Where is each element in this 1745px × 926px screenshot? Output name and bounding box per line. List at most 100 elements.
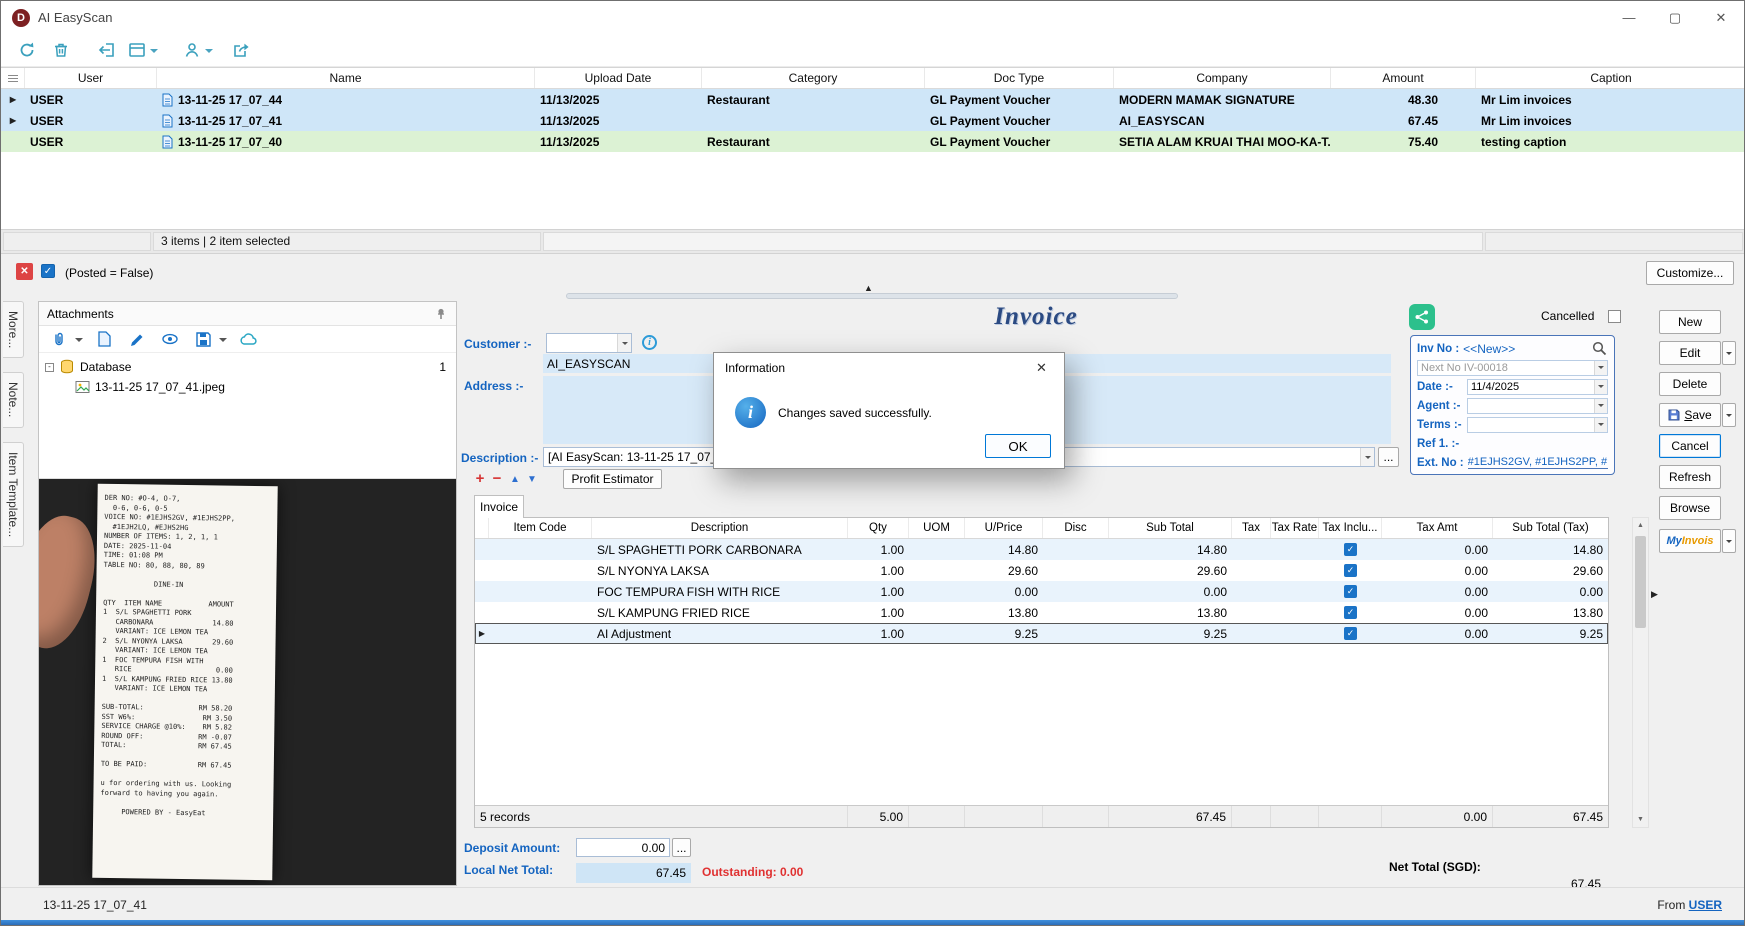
invoice-item-row[interactable]: ▶ S/L KAMPUNG FRIED RICE 1.00 13.80 13.8… xyxy=(475,602,1608,623)
tab-more[interactable]: More... xyxy=(3,301,24,358)
next-no-combo[interactable]: Next No IV-00018 xyxy=(1417,360,1608,376)
table-row[interactable]: ▶ USER 13-11-25 17_07_44 11/13/2025 Rest… xyxy=(1,89,1745,110)
column-header-company[interactable]: Company xyxy=(1114,68,1331,88)
items-grid-scrollbar[interactable]: ▲ ▼ xyxy=(1632,517,1649,828)
column-header-name[interactable]: Name xyxy=(157,68,535,88)
column-header-amount[interactable]: Amount xyxy=(1331,68,1476,88)
check-in-icon[interactable] xyxy=(95,38,119,62)
card-view-dropdown-icon[interactable] xyxy=(150,49,158,57)
dialog-close-icon[interactable]: ✕ xyxy=(1019,353,1064,383)
invoice-item-row[interactable]: ▶ FOC TEMPURA FISH WITH RICE 1.00 0.00 0… xyxy=(475,581,1608,602)
customer-combo[interactable] xyxy=(546,333,632,353)
myinvois-dropdown-icon[interactable] xyxy=(1722,529,1736,553)
column-header-category[interactable]: Category xyxy=(702,68,925,88)
tax-inclusive-checkbox[interactable] xyxy=(1344,564,1357,577)
refresh-icon[interactable] xyxy=(15,38,39,62)
description-more-button[interactable]: ... xyxy=(1378,447,1399,467)
table-row[interactable]: ▶ USER 13-11-25 17_07_40 11/13/2025 Rest… xyxy=(1,131,1745,152)
ext-no-value[interactable]: #1EJHS2GV, #1EJHS2PP, # xyxy=(1468,456,1608,469)
panel-collapse-icon[interactable]: ▶ xyxy=(1651,589,1658,600)
cloud-icon[interactable] xyxy=(236,327,260,351)
column-header-tax-rate[interactable]: Tax Rate xyxy=(1271,518,1319,538)
customer-info-icon[interactable]: i xyxy=(642,335,657,350)
maximize-icon[interactable]: ▢ xyxy=(1652,1,1698,34)
column-header-user[interactable]: User xyxy=(25,68,157,88)
horizontal-scrollbar[interactable] xyxy=(543,232,1483,251)
tree-node-file[interactable]: 13-11-25 17_07_41.jpeg xyxy=(45,377,450,397)
pin-icon[interactable] xyxy=(434,307,448,321)
column-header-uprice[interactable]: U/Price xyxy=(965,518,1043,538)
tax-inclusive-checkbox[interactable] xyxy=(1344,627,1357,640)
clear-filter-button[interactable]: ✕ xyxy=(16,263,33,280)
cancel-button[interactable]: Cancel xyxy=(1659,434,1721,458)
move-down-icon[interactable]: ▼ xyxy=(524,471,540,487)
tree-node-database[interactable]: Database 1 xyxy=(45,357,450,377)
edit-dropdown-icon[interactable] xyxy=(1722,341,1736,365)
user-dropdown-icon[interactable] xyxy=(205,49,213,57)
invoice-item-row[interactable]: ▶ AI Adjustment 1.00 9.25 9.25 0.00 9.25 xyxy=(475,623,1608,644)
close-icon[interactable]: ✕ xyxy=(1698,1,1744,34)
invoice-item-row[interactable]: ▶ S/L NYONYA LAKSA 1.00 29.60 29.60 0.00… xyxy=(475,560,1608,581)
scroll-up-icon[interactable]: ▲ xyxy=(1633,518,1648,533)
column-header-caption[interactable]: Caption xyxy=(1476,68,1745,88)
profit-estimator-button[interactable]: Profit Estimator xyxy=(563,469,662,489)
deposit-more-button[interactable]: ... xyxy=(672,838,691,857)
splitter-collapse-icon[interactable]: ▲ xyxy=(864,284,873,293)
share-icon[interactable] xyxy=(229,38,253,62)
column-header-tax-inclusive[interactable]: Tax Inclu... xyxy=(1319,518,1382,538)
browse-button[interactable]: Browse xyxy=(1659,496,1721,520)
column-header-tax-amt[interactable]: Tax Amt xyxy=(1382,518,1493,538)
chevron-down-icon[interactable] xyxy=(617,334,631,352)
move-up-icon[interactable]: ▲ xyxy=(507,471,523,487)
edit-button[interactable]: Edit xyxy=(1659,341,1721,365)
chevron-down-icon[interactable] xyxy=(1594,418,1607,432)
column-header-disc[interactable]: Disc xyxy=(1043,518,1109,538)
new-document-icon[interactable] xyxy=(92,327,116,351)
agent-combo[interactable] xyxy=(1467,398,1608,414)
user-icon[interactable] xyxy=(180,38,204,62)
chevron-down-icon[interactable] xyxy=(1594,380,1607,394)
card-view-icon[interactable] xyxy=(125,38,149,62)
column-header-item-code[interactable]: Item Code xyxy=(489,518,592,538)
save-dropdown-icon[interactable] xyxy=(1722,403,1736,427)
column-header-description[interactable]: Description xyxy=(592,518,848,538)
splitter-handle[interactable] xyxy=(566,293,1178,299)
column-header-uom[interactable]: UOM xyxy=(909,518,965,538)
column-header-subtotal[interactable]: Sub Total xyxy=(1109,518,1232,538)
chevron-down-icon[interactable] xyxy=(1594,399,1607,413)
remove-row-icon[interactable]: − xyxy=(489,470,505,486)
new-button[interactable]: New xyxy=(1659,310,1721,334)
edit-pen-icon[interactable] xyxy=(125,327,149,351)
delete-icon[interactable] xyxy=(49,38,73,62)
save-attachment-icon[interactable] xyxy=(191,327,215,351)
table-row[interactable]: ▶ USER 13-11-25 17_07_41 11/13/2025 GL P… xyxy=(1,110,1745,131)
column-header-subtotal-tax[interactable]: Sub Total (Tax) xyxy=(1493,518,1608,538)
date-combo[interactable]: 11/4/2025 xyxy=(1467,379,1608,395)
myinvois-button[interactable]: MyInvois xyxy=(1659,529,1721,553)
collapse-icon[interactable] xyxy=(45,363,54,372)
chevron-down-icon[interactable] xyxy=(1594,361,1607,375)
scrollbar-thumb[interactable] xyxy=(1635,536,1646,628)
terms-combo[interactable] xyxy=(1467,417,1608,433)
column-header-qty[interactable]: Qty xyxy=(848,518,909,538)
tab-note[interactable]: Note... xyxy=(3,372,24,427)
tab-invoice[interactable]: Invoice xyxy=(474,495,524,518)
delete-button[interactable]: Delete xyxy=(1659,372,1721,396)
select-all-icon[interactable] xyxy=(1,68,25,88)
attach-file-icon[interactable] xyxy=(47,327,71,351)
tax-inclusive-checkbox[interactable] xyxy=(1344,543,1357,556)
add-row-icon[interactable]: + xyxy=(472,470,488,486)
attachment-preview-image[interactable]: DER NO: #O-4, O-7, 0-6, 0-6, 0-5VOICE NO… xyxy=(39,479,456,885)
chevron-down-icon[interactable] xyxy=(1360,448,1374,466)
filter-enabled-checkbox[interactable] xyxy=(41,264,55,278)
deposit-amount-field[interactable]: 0.00 xyxy=(576,838,670,857)
ok-button[interactable]: OK xyxy=(985,434,1051,458)
column-header-upload-date[interactable]: Upload Date xyxy=(535,68,702,88)
share-network-icon[interactable] xyxy=(1409,304,1435,330)
scroll-down-icon[interactable]: ▼ xyxy=(1633,812,1648,827)
tab-item-template[interactable]: Item Template... xyxy=(3,442,24,547)
column-header-doc-type[interactable]: Doc Type xyxy=(925,68,1114,88)
save-button[interactable]: Save xyxy=(1659,403,1721,427)
minimize-icon[interactable]: — xyxy=(1606,1,1652,34)
tax-inclusive-checkbox[interactable] xyxy=(1344,606,1357,619)
